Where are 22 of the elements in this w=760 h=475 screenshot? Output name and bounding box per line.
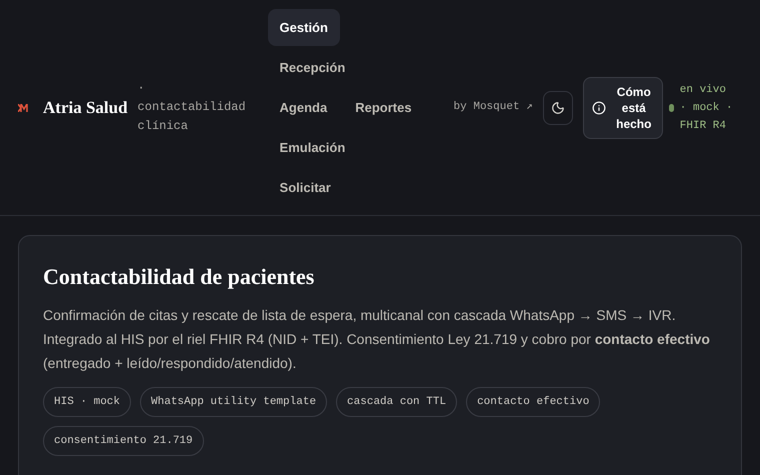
moon-icon — [550, 100, 565, 114]
card-title: Contactabilidad de pacientes — [43, 263, 316, 291]
credit-link[interactable]: by Mosquet ↗ — [454, 99, 533, 116]
card-description: Confirmación de citas y rescate de lista de espera, multicanal con cascada WhatsApp → SMS → IVR. Integrado al HIS por el riel FHIR R4 (NID + TEI). Consentimiento Ley 21.719 y cobro por contacto efectivo (entregado + leído/respondido/atendido). — [43, 306, 711, 373]
tag: WhatsApp utility template — [140, 387, 328, 417]
brand-tagline: · contactabilidad clínica — [138, 80, 247, 135]
tag: HIS · mock — [43, 387, 132, 417]
nav-tab[interactable]: Emulación — [268, 129, 358, 166]
theme-toggle[interactable] — [542, 90, 573, 124]
info-icon — [592, 100, 606, 114]
nav-tab[interactable]: Agenda — [268, 89, 340, 126]
tag: cascada con TTL — [336, 387, 458, 417]
how-it-works-button[interactable]: Cómo está hecho — [582, 76, 663, 138]
tag: contacto efectivo — [466, 387, 600, 417]
nav-tab[interactable]: Solicitar — [268, 169, 343, 206]
nav-tab[interactable]: Recepción — [268, 49, 358, 86]
nav-tab[interactable]: Reportes — [343, 89, 424, 126]
status-text: en vivo · mock · FHIR R4 — [680, 82, 734, 134]
tag: consentimiento 21.719 — [43, 426, 204, 456]
nav-tab[interactable]: Gestión — [268, 9, 340, 46]
logo-icon — [18, 104, 28, 112]
brand-name: Atria Salud — [43, 96, 128, 119]
